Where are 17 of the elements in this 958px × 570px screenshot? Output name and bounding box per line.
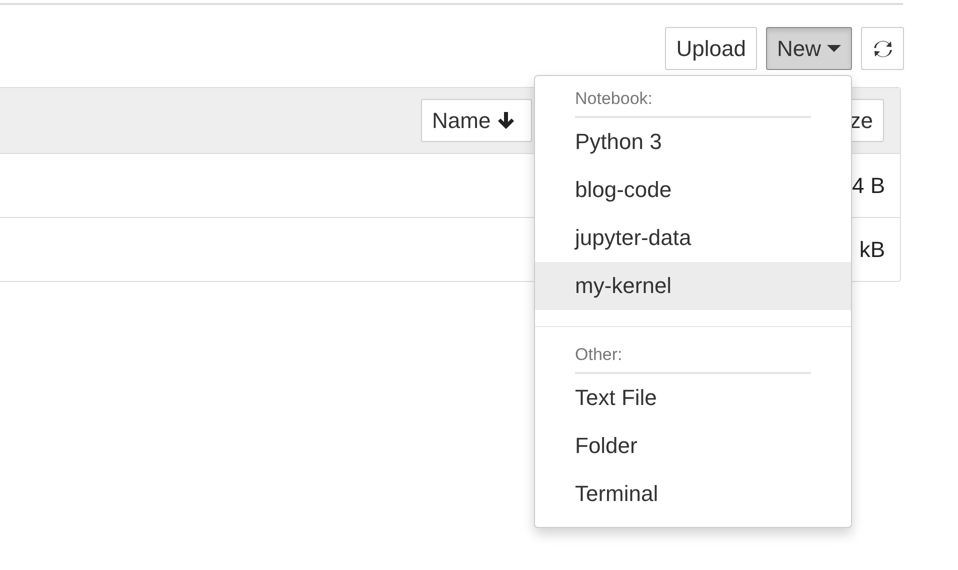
menu-item[interactable]: jupyter-data: [535, 214, 851, 262]
refresh-icon: [872, 38, 892, 58]
refresh-button[interactable]: [861, 27, 904, 70]
arrow-down-icon: [496, 110, 515, 130]
caret-icon: [827, 45, 841, 52]
section-header: Notebook:: [574, 88, 654, 110]
menu-item[interactable]: Text File: [535, 374, 851, 422]
upload-button[interactable]: Upload: [665, 27, 757, 70]
sort-button[interactable]: Name: [421, 99, 532, 142]
size-text: 4 B: [852, 172, 885, 198]
menu-item[interactable]: Terminal: [535, 470, 851, 518]
section-header: Other:: [574, 344, 624, 366]
new-button[interactable]: New: [766, 27, 852, 70]
menu-item[interactable]: blog-code: [535, 166, 851, 214]
menu-item[interactable]: my-kernel: [535, 262, 851, 310]
menu-item[interactable]: Folder: [535, 422, 851, 470]
size-text: kB: [859, 236, 885, 262]
